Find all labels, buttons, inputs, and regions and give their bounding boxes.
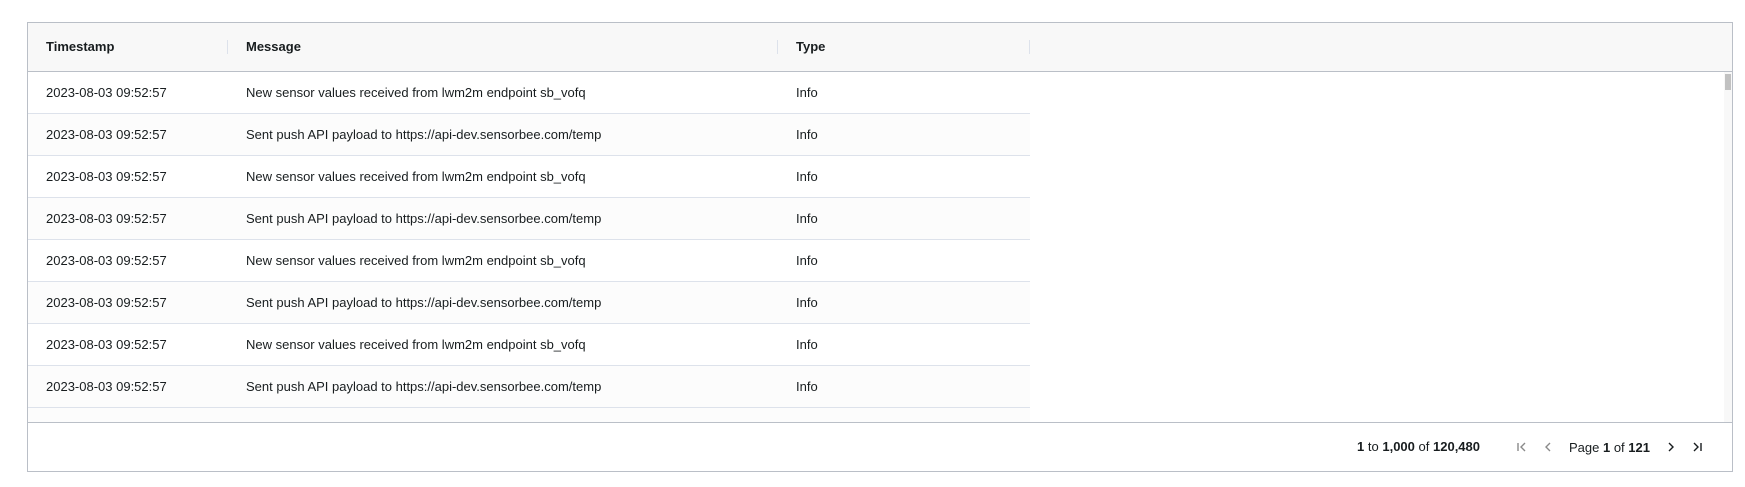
log-grid: Timestamp Message Type 2023-08-03 09:52:…	[27, 22, 1733, 472]
cell-message[interactable]: New sensor values received from lwm2m en…	[228, 240, 778, 281]
cell-type[interactable]: Info	[778, 114, 1030, 155]
table-row[interactable]: 2023-08-03 09:52:57 Sent push API payload…	[28, 114, 1030, 156]
first-page-icon	[1517, 442, 1526, 452]
range-end: 1,000	[1382, 439, 1415, 454]
pager-controls: Page 1 of 121	[1509, 423, 1710, 471]
last-page-button[interactable]	[1689, 439, 1705, 455]
cell-type[interactable]: Info	[778, 366, 1030, 407]
cell-timestamp[interactable]: 2023-08-03 09:52:57	[28, 366, 228, 407]
cell-timestamp[interactable]: 2023-08-03 09:52:57	[28, 114, 228, 155]
previous-page-icon	[1544, 442, 1551, 452]
first-page-button[interactable]	[1514, 439, 1530, 455]
table-row[interactable]: 2023-08-03 09:52:57 Sent push API payload…	[28, 282, 1030, 324]
scrollbar-thumb[interactable]	[1725, 74, 1731, 90]
of-label: of	[1418, 439, 1430, 454]
cell-timestamp[interactable]: 2023-08-03 09:52:57	[28, 156, 228, 197]
cell-timestamp[interactable]: 2023-08-03 09:52:57	[28, 198, 228, 239]
cell-type[interactable]: Info	[778, 156, 1030, 197]
cell-type[interactable]: Info	[778, 198, 1030, 239]
cell-type[interactable]: Info	[778, 72, 1030, 113]
table-row[interactable]: 2023-08-03 09:52:57 New sensor values rec…	[28, 324, 1030, 366]
cell-message[interactable]: New sensor values received from lwm2m en…	[228, 324, 778, 365]
grid-body: 2023-08-03 09:52:57 New sensor values rec…	[28, 72, 1732, 422]
row-summary: 1 to 1,000 of 120,480	[1357, 423, 1480, 471]
table-row[interactable]: 2023-08-03 09:52:57 New sensor values rec…	[28, 240, 1030, 282]
vertical-scrollbar[interactable]	[1724, 72, 1732, 422]
last-page-icon	[1693, 442, 1702, 452]
cell-timestamp[interactable]: 2023-08-03 09:52:57	[28, 282, 228, 323]
cell-message[interactable]: New sensor values received from lwm2m en…	[228, 156, 778, 197]
column-header-message[interactable]: Message	[228, 23, 778, 71]
table-row[interactable]: 2023-08-03 09:52:57 Sent push API payload…	[28, 366, 1030, 408]
previous-page-button[interactable]	[1540, 439, 1556, 455]
page-of-label: of	[1613, 439, 1625, 455]
cell-type[interactable]: Info	[778, 282, 1030, 323]
to-label: to	[1367, 439, 1379, 454]
table-row[interactable]	[28, 408, 1030, 422]
pagination-panel: 1 to 1,000 of 120,480 Page 1 of 121	[28, 422, 1732, 471]
cell-timestamp[interactable]: 2023-08-03 09:52:57	[28, 72, 228, 113]
cell-timestamp[interactable]: 2023-08-03 09:52:57	[28, 240, 228, 281]
table-row[interactable]: 2023-08-03 09:52:57 New sensor values rec…	[28, 72, 1030, 114]
next-page-icon	[1668, 442, 1674, 452]
table-row[interactable]: 2023-08-03 09:52:57 Sent push API payload…	[28, 198, 1030, 240]
column-header-timestamp[interactable]: Timestamp	[28, 23, 228, 71]
cell-type[interactable]: Info	[778, 324, 1030, 365]
page-current: 1	[1602, 439, 1611, 455]
cell-timestamp[interactable]: 2023-08-03 09:52:57	[28, 324, 228, 365]
page-info: Page 1 of 121	[1569, 440, 1650, 455]
column-header-type[interactable]: Type	[778, 23, 1030, 71]
table-row[interactable]: 2023-08-03 09:52:57 New sensor values rec…	[28, 156, 1030, 198]
row-total: 120,480	[1433, 439, 1480, 454]
range-start: 1	[1357, 439, 1365, 454]
cell-message[interactable]: New sensor values received from lwm2m en…	[228, 72, 778, 113]
cell-message[interactable]: Sent push API payload to https://api-dev…	[228, 282, 778, 323]
cell-message[interactable]: Sent push API payload to https://api-dev…	[228, 114, 778, 155]
cell-type[interactable]: Info	[778, 240, 1030, 281]
cell-message[interactable]: Sent push API payload to https://api-dev…	[228, 198, 778, 239]
cell-message[interactable]: Sent push API payload to https://api-dev…	[228, 366, 778, 407]
next-page-button[interactable]	[1663, 439, 1679, 455]
page-total: 121	[1628, 439, 1650, 455]
column-resize-handle[interactable]	[1029, 40, 1030, 54]
grid-header: Timestamp Message Type	[28, 23, 1732, 72]
page-label: Page	[1568, 439, 1600, 455]
